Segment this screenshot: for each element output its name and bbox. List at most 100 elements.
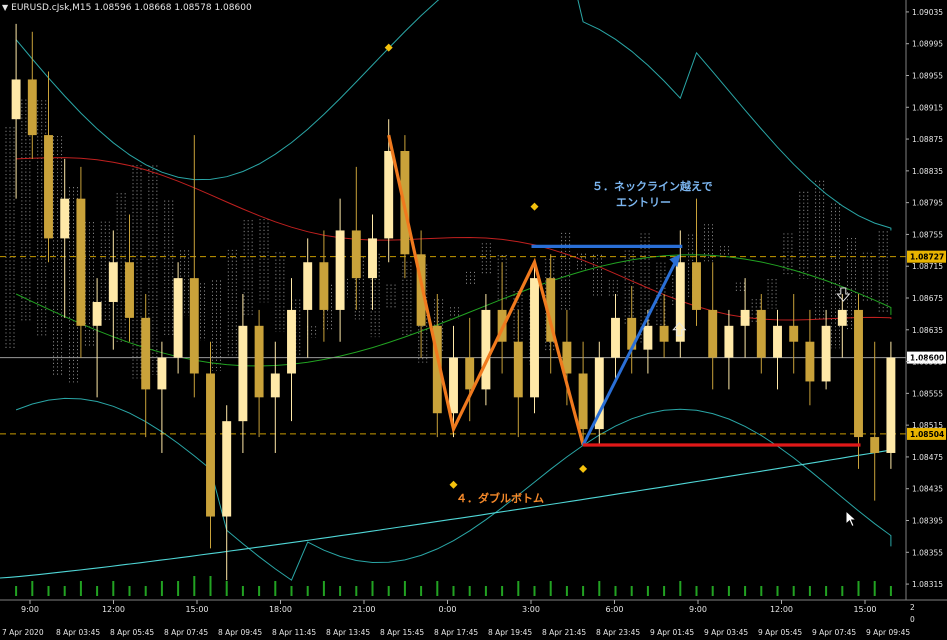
moving-average-red <box>16 157 892 321</box>
volume-bar <box>825 586 828 596</box>
volume-bar <box>225 581 228 596</box>
volume-bar <box>177 581 180 596</box>
volume-bar <box>646 586 649 596</box>
candle-body <box>773 325 782 358</box>
volume-bar <box>533 586 536 596</box>
candle-body <box>837 309 847 326</box>
candle-body <box>60 198 70 239</box>
date-label: 8 Apr 19:45 <box>488 628 532 637</box>
volume-axis-label: 0 <box>910 615 915 624</box>
hour-label: 21:00 <box>352 605 375 614</box>
volume-bar <box>274 581 277 596</box>
signal-diamond-marker <box>530 202 539 211</box>
volume-bar <box>339 586 342 596</box>
price-tick-label: 1.08795 <box>912 199 943 208</box>
date-label: 9 Apr 01:45 <box>650 628 694 637</box>
volume-bar <box>371 581 374 596</box>
volume-bar <box>468 586 471 596</box>
candle-body <box>886 357 896 453</box>
volume-bar <box>290 586 293 596</box>
candle-body <box>530 278 539 398</box>
symbol-header-text: EURUSD.cJsk,M15 1.08596 1.08668 1.08578 … <box>11 3 252 13</box>
candle-body <box>173 278 183 358</box>
candle-body <box>335 230 345 310</box>
volume-bar <box>760 586 763 596</box>
date-label: 7 Apr 2020 <box>2 628 44 637</box>
collapse-triangle-icon[interactable]: ▼ <box>2 3 8 12</box>
candle-body <box>27 79 37 136</box>
candle-body <box>449 357 458 414</box>
volume-bar <box>663 586 666 596</box>
candle-body <box>756 309 766 358</box>
volume-bar <box>582 586 585 596</box>
candle-body <box>465 357 475 390</box>
date-label: 9 Apr 03:45 <box>704 628 748 637</box>
volume-bar <box>792 586 795 596</box>
volume-bar <box>436 581 439 596</box>
price-tick-label: 1.08315 <box>912 580 943 589</box>
candle-body <box>789 325 799 342</box>
candle-body <box>287 309 296 374</box>
neckline-annotation-line2: エントリー <box>616 196 671 209</box>
candle-body <box>319 262 329 310</box>
volume-bar <box>549 581 552 596</box>
volume-bar <box>306 586 309 596</box>
time-axis: 9:00 12:00 15:00 18:00 21:00 0:00 3:00 6:00 9:00… <box>2 600 910 637</box>
double-bottom-annotation: ４．ダブルボトム <box>456 492 544 505</box>
candle-body <box>11 79 21 120</box>
date-label: 9 Apr 05:45 <box>758 628 802 637</box>
volume-bar <box>889 586 892 596</box>
price-tick-label: 1.08875 <box>912 135 943 144</box>
volume-bar <box>501 586 504 596</box>
date-label: 8 Apr 11:45 <box>272 628 316 637</box>
price-tick-label: 1.08715 <box>912 262 943 271</box>
volume-bar <box>808 586 811 596</box>
candle-body <box>578 373 588 430</box>
candle-body <box>821 325 831 382</box>
long-moving-average <box>0 449 891 579</box>
mouse-pointer-icon <box>845 510 858 528</box>
hour-label: 9:00 <box>689 605 707 614</box>
volume-bar <box>695 586 698 596</box>
price-tick-label: 1.08755 <box>912 230 943 239</box>
down-arrow-icon <box>836 287 851 302</box>
volume-bar <box>209 576 212 596</box>
analysis-drawings <box>384 43 861 489</box>
price-tick-label: 1.08915 <box>912 103 943 112</box>
neckline-annotation-line1: ５．ネックライン越えで <box>592 180 713 193</box>
volume-bar <box>79 581 82 596</box>
price-chart[interactable]: 1.087271.086001.08504 1.090351.089951.08… <box>0 0 947 640</box>
price-tag-label: 1.08504 <box>910 430 944 439</box>
candle-body <box>141 317 151 390</box>
candle-body <box>513 341 523 398</box>
date-label: 8 Apr 15:45 <box>380 628 424 637</box>
hour-label: 15:00 <box>185 605 208 614</box>
volume-bar <box>355 586 358 596</box>
price-tick-label: 1.08635 <box>912 326 943 335</box>
price-tick-label: 1.08955 <box>912 71 943 80</box>
hour-label: 0:00 <box>439 605 457 614</box>
price-tick-label: 1.08675 <box>912 294 943 303</box>
volume-bar <box>517 581 520 596</box>
date-label: 9 Apr 09:45 <box>866 628 910 637</box>
hour-label: 12:00 <box>770 605 793 614</box>
volume-bar <box>598 581 601 596</box>
candle-body <box>270 373 280 398</box>
volume-bar <box>387 586 390 596</box>
candle-body <box>643 325 653 350</box>
volume-bar <box>112 581 115 596</box>
volume-axis-label: 2 <box>910 603 915 612</box>
volume-bar <box>744 586 747 596</box>
volume-bar <box>420 586 423 596</box>
price-tick-label: 1.08595 <box>912 358 943 367</box>
candle-body <box>351 230 361 279</box>
price-tick-label: 1.08435 <box>912 485 943 494</box>
volume-bar <box>484 586 487 596</box>
price-tick-label: 1.08515 <box>912 421 943 430</box>
volume-bar <box>193 576 196 596</box>
candle-body <box>805 341 815 382</box>
volume-bar <box>63 586 66 596</box>
volume-bar <box>15 586 18 596</box>
price-tick-label: 1.08355 <box>912 548 943 557</box>
volume-bar <box>776 586 779 596</box>
